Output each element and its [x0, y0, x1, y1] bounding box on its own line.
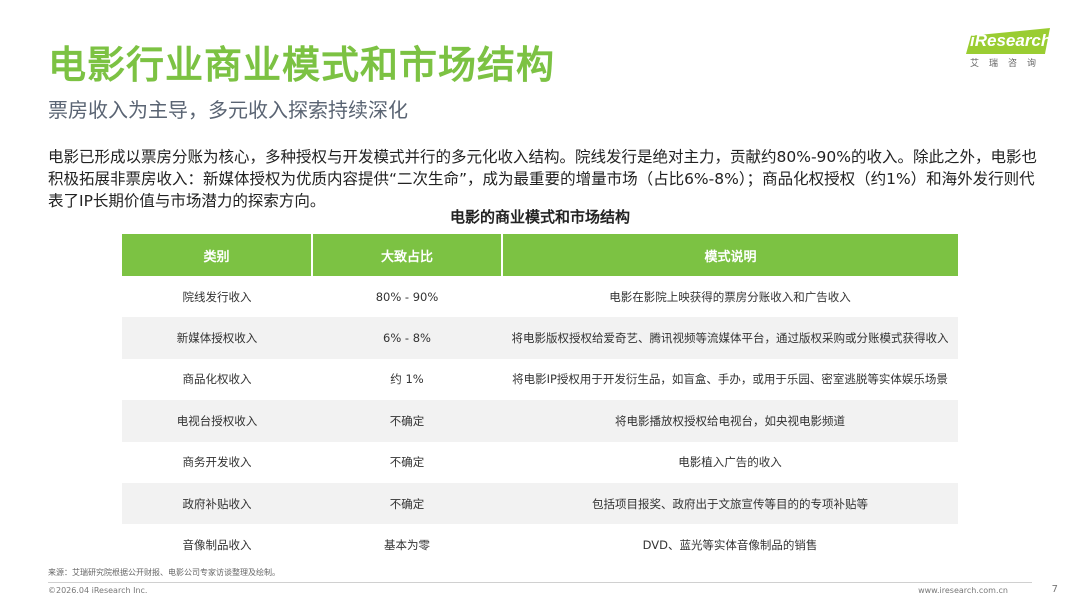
- cell-share: 不确定: [312, 400, 502, 442]
- cell-description: 电影在影院上映获得的票房分账收入和广告收入: [609, 289, 851, 304]
- logo-brand-text: iResearch: [970, 31, 1052, 50]
- cell-description: 将电影版权授权给爱奇艺、腾讯视频等流媒体平台，通过版权采购或分账模式获得收入: [502, 317, 958, 359]
- table-title: 电影的商业模式和市场结构: [449, 208, 630, 226]
- cell-share: 不确定: [389, 455, 425, 470]
- cell-category: 商务开发收入: [182, 455, 252, 470]
- website-link[interactable]: www.iresearch.com.cn: [918, 585, 1008, 597]
- table-header-row: 类别 大致占比 模式说明: [122, 234, 958, 276]
- cell-category: 政府补贴收入: [122, 482, 312, 525]
- header-category: 类别: [122, 234, 313, 276]
- cell-share: 基本为零: [384, 538, 430, 553]
- cell-description: 将电影播放权授权给电视台，如央视电影频道: [502, 400, 958, 442]
- page-title: 电影行业商业模式和市场结构: [48, 43, 556, 87]
- header-description: 模式说明: [502, 234, 958, 276]
- table-row: 商务开发收入 不确定 电影植入广告的收入: [122, 442, 958, 483]
- cell-category: 电视台授权收入: [122, 400, 312, 442]
- cell-share: 80% - 90%: [375, 289, 439, 304]
- cell-category: 新媒体授权收入: [122, 317, 312, 359]
- cell-share: 约 1%: [390, 372, 424, 387]
- table-row: 音像制品收入 基本为零 DVD、蓝光等实体音像制品的销售: [122, 524, 958, 565]
- business-model-table: 类别 大致占比 模式说明 院线发行收入 80% - 90% 电影在影院上映获得的…: [122, 234, 958, 566]
- source-note: 来源：艾瑞研究院根据公开财报、电影公司专家访谈整理及绘制。: [48, 568, 280, 577]
- header-share: 大致占比: [312, 234, 503, 276]
- cell-share: 不确定: [312, 482, 502, 525]
- table-row: 新媒体授权收入 6% - 8% 将电影版权授权给爱奇艺、腾讯视频等流媒体平台，通…: [122, 317, 958, 359]
- page-subtitle: 票房收入为主导，多元收入探索持续深化: [48, 98, 408, 122]
- iresearch-logo: iResearch 艾瑞咨询: [966, 28, 1052, 72]
- logo-sub-text: 艾瑞咨询: [970, 59, 1047, 69]
- cell-description: DVD、蓝光等实体音像制品的销售: [642, 538, 818, 553]
- copyright-text: ©2026.04 iResearch Inc.: [48, 586, 148, 595]
- intro-paragraph: 电影已形成以票房分账为核心，多种授权与开发模式并行的多元化收入结构。院线发行是绝…: [48, 148, 1037, 210]
- table-row: 商品化权收入 约 1% 将电影IP授权用于开发衍生品，如盲盒、手办，或用于乐园、…: [122, 359, 958, 400]
- page-number: 7: [1051, 584, 1058, 595]
- table-row: 电视台授权收入 不确定 将电影播放权授权给电视台，如央视电影频道: [122, 400, 958, 442]
- cell-share: 6% - 8%: [312, 317, 502, 359]
- footer-divider: [48, 582, 1032, 583]
- table-row: 院线发行收入 80% - 90% 电影在影院上映获得的票房分账收入和广告收入: [122, 276, 958, 317]
- cell-description: 包括项目报奖、政府出于文旅宣传等目的的专项补贴等: [502, 482, 958, 525]
- cell-description: 将电影IP授权用于开发衍生品，如盲盒、手办，或用于乐园、密室逃脱等实体娱乐场景: [512, 372, 948, 387]
- cell-category: 院线发行收入: [182, 289, 252, 304]
- table-row: 政府补贴收入 不确定 包括项目报奖、政府出于文旅宣传等目的的专项补贴等: [122, 482, 958, 525]
- cell-description: 电影植入广告的收入: [678, 455, 782, 470]
- cell-category: 商品化权收入: [182, 372, 252, 387]
- cell-category: 音像制品收入: [182, 538, 252, 553]
